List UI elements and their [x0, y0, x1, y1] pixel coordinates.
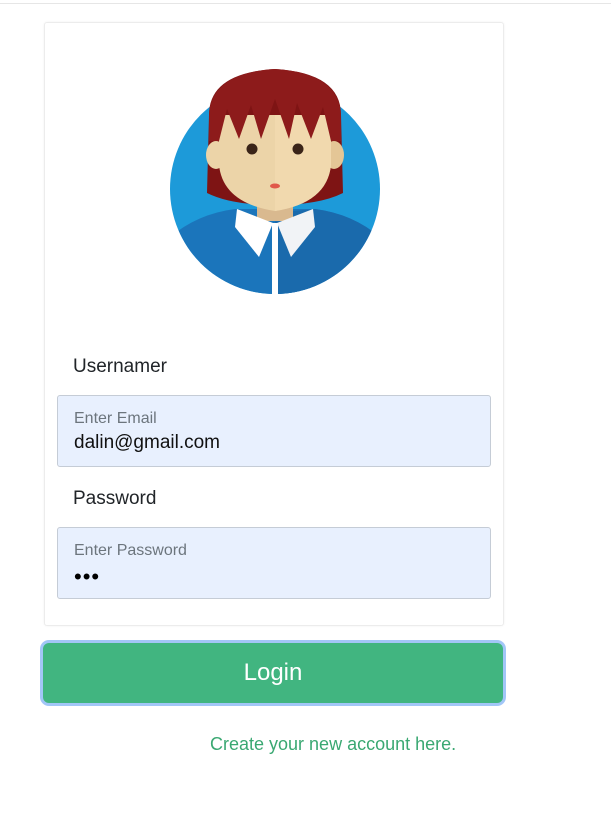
login-card: Usernamer Enter Email dalin@gmail.com Pa…: [44, 22, 504, 626]
password-label: Password: [73, 488, 157, 509]
create-account-link[interactable]: Create your new account here.: [210, 734, 456, 755]
login-button[interactable]: Login: [43, 643, 503, 703]
email-placeholder: Enter Email: [74, 410, 157, 427]
email-field[interactable]: Enter Email dalin@gmail.com: [57, 395, 491, 467]
password-value[interactable]: •••: [74, 564, 100, 590]
password-placeholder: Enter Password: [74, 542, 187, 559]
top-divider: [0, 3, 611, 4]
username-label: Usernamer: [73, 356, 167, 377]
avatar: [170, 69, 380, 297]
password-field[interactable]: Enter Password •••: [57, 527, 491, 599]
email-value[interactable]: dalin@gmail.com: [74, 432, 220, 454]
